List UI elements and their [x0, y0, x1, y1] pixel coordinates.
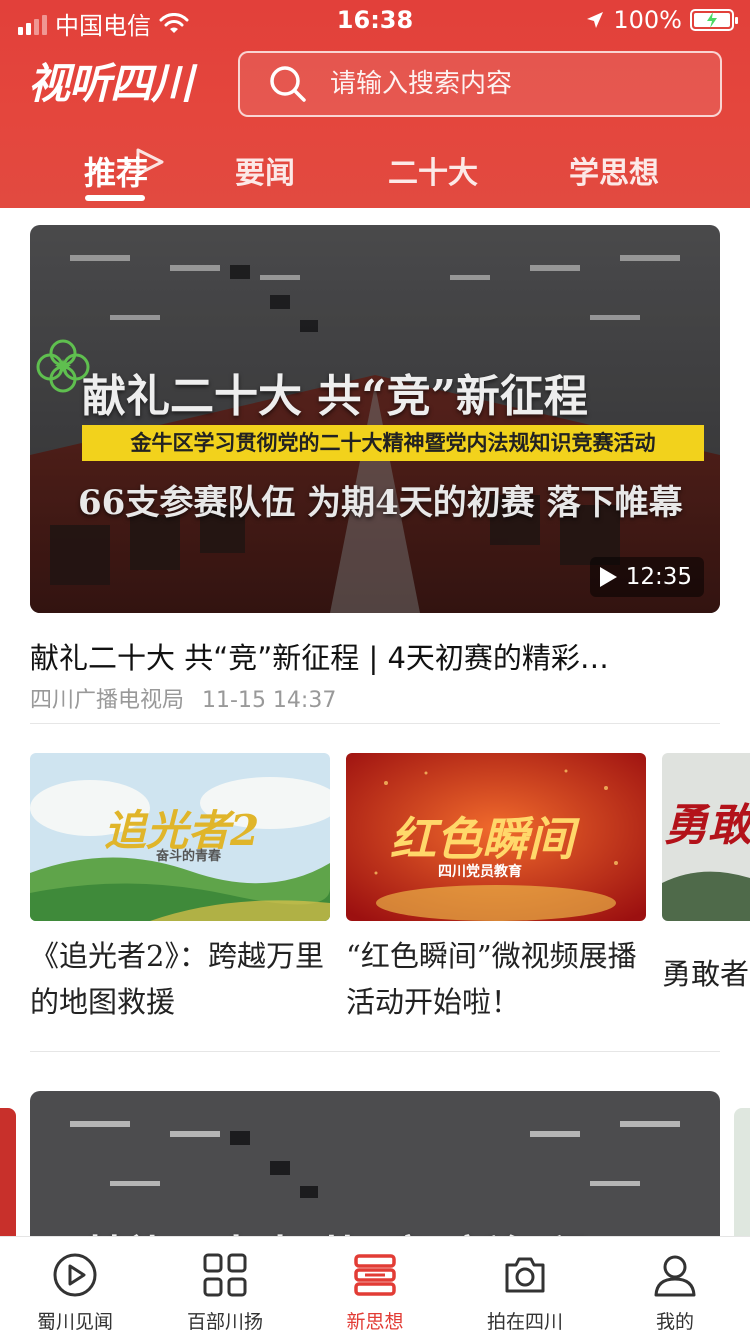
- card-thumb-title: 红色瞬间: [390, 812, 574, 866]
- news-feed[interactable]: 献礼二十大 共“竞”新征程 金牛区学习贯彻党的二十大精神暨党内法规知识竞赛活动 …: [0, 208, 750, 1238]
- hero-overlay-subtitle: 66支参赛队伍 为期4天的初赛 落下帷幕: [78, 483, 683, 523]
- status-bar: 中国电信 16:38 100%: [0, 0, 750, 42]
- hero-date: 11-15 14:37: [202, 688, 337, 713]
- channel-tabs: 推荐 要闻 二十大 学思想: [0, 140, 750, 208]
- hero-headline[interactable]: 献礼二十大 共“竞”新征程 | 4天初赛的精彩…: [30, 635, 720, 677]
- carousel-prev-peek[interactable]: [0, 1108, 16, 1238]
- battery-icon: [690, 9, 738, 31]
- divider: [30, 723, 720, 724]
- play-icon: [599, 567, 617, 587]
- tab-twentieth-congress[interactable]: 二十大: [388, 148, 478, 192]
- card-thumbnail: 红色瞬间 四川党员教育: [346, 753, 646, 921]
- tab-study-thought[interactable]: 学思想: [569, 148, 659, 192]
- card-title: 《追光者2》：跨越万里的地图救援: [30, 939, 324, 1019]
- hero-overlay-banner: 金牛区学习贯彻党的二十大精神暨党内法规知识竞赛活动: [82, 425, 704, 461]
- hero-meta: 四川广播电视局 11-15 14:37: [30, 682, 336, 714]
- video-duration: 12:35: [625, 564, 692, 590]
- video-card[interactable]: 追光者2 奋斗的青春 《追光者2》：跨越万里的地图救援: [30, 753, 330, 1025]
- nav-label: 我的: [655, 1311, 694, 1333]
- card-thumbnail: 勇敢: [662, 753, 750, 921]
- carousel-next-peek[interactable]: [734, 1108, 750, 1238]
- card-thumbnail: 追光者2 奋斗的青春: [30, 753, 330, 921]
- book-stack-icon: [354, 1254, 396, 1296]
- hero-source: 四川广播电视局: [30, 688, 185, 713]
- hero-overlay-title: 献礼二十大 共“竞”新征程: [82, 371, 588, 422]
- search-input[interactable]: [330, 69, 690, 99]
- bottom-tab-bar: 蜀川见闻 百部川扬 新思想 拍在四川 我的: [0, 1236, 750, 1334]
- video-card[interactable]: 勇敢 勇敢者: [662, 753, 750, 997]
- grid-icon: [203, 1253, 247, 1297]
- nav-label: 新思想: [346, 1311, 404, 1333]
- video-card[interactable]: 红色瞬间 四川党员教育 “红色瞬间”微视频展播活动开始啦！: [346, 753, 646, 1025]
- divider: [30, 1051, 720, 1052]
- card-title: “红色瞬间”微视频展播活动开始啦！: [346, 939, 637, 1019]
- play-badge-icon: [136, 148, 164, 176]
- active-tab-indicator: [85, 195, 145, 201]
- nav-label: 蜀川见闻: [36, 1311, 113, 1333]
- nav-item-new-thought[interactable]: 新思想: [300, 1237, 450, 1334]
- nav-item-photo[interactable]: 拍在四川: [450, 1237, 600, 1334]
- location-arrow-icon: [587, 12, 604, 28]
- card-thumb-subtitle: 四川党员教育: [438, 864, 522, 880]
- card-title: 勇敢者: [662, 957, 750, 991]
- status-right: 100%: [585, 6, 738, 34]
- nav-item-baibu[interactable]: 百部川扬: [150, 1237, 300, 1334]
- battery-percent: 100%: [613, 6, 682, 34]
- hero-video-card[interactable]: 献礼二十大 共“竞”新征程: [30, 1091, 720, 1238]
- card-thumb-subtitle: 奋斗的青春: [156, 849, 222, 864]
- app-header: 中国电信 16:38 100% 视听四川 推荐: [0, 0, 750, 208]
- search-icon: [270, 66, 306, 102]
- play-circle-icon: [53, 1253, 97, 1297]
- camera-icon: [505, 1257, 545, 1293]
- app-logo: 视听四川: [28, 59, 193, 108]
- video-duration-badge: 12:35: [589, 557, 704, 597]
- hero-video-card[interactable]: 献礼二十大 共“竞”新征程 金牛区学习贯彻党的二十大精神暨党内法规知识竞赛活动 …: [30, 225, 720, 613]
- user-icon: [654, 1255, 696, 1297]
- nav-item-mine[interactable]: 我的: [600, 1237, 750, 1334]
- card-thumb-title: 勇敢: [664, 800, 750, 851]
- search-bar[interactable]: [238, 51, 722, 117]
- nav-item-shuchuan[interactable]: 蜀川见闻: [0, 1237, 150, 1334]
- nav-label: 拍在四川: [486, 1311, 563, 1333]
- tab-news[interactable]: 要闻: [235, 148, 295, 192]
- nav-label: 百部川扬: [186, 1311, 263, 1333]
